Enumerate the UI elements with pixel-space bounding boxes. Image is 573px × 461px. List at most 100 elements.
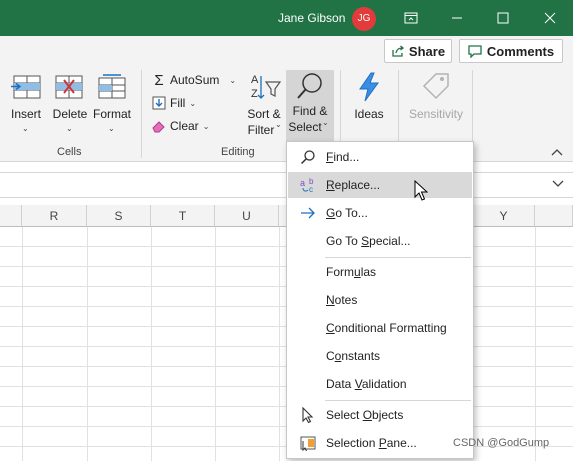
svg-text:A: A	[251, 74, 259, 86]
watermark-text: CSDN @GodGump	[453, 437, 550, 449]
sigma-icon: Σ	[154, 71, 164, 89]
delete-button[interactable]: Delete ⌄	[50, 72, 90, 146]
menu-item-formulas[interactable]: Formulas	[288, 259, 472, 285]
chevron-down-icon: ⌄	[322, 118, 329, 127]
menu-item-label: Replace...	[326, 178, 381, 192]
ribbon-display-icon	[404, 12, 418, 24]
sort-filter-label-2: Filter	[247, 123, 275, 137]
search-icon	[300, 149, 316, 165]
maximize-icon	[497, 12, 509, 24]
sensitivity-button: Sensitivity	[404, 72, 468, 146]
column-header-r[interactable]: R	[22, 205, 87, 227]
chevron-down-icon: ⌄	[22, 124, 29, 133]
mouse-cursor-icon	[414, 180, 428, 201]
menu-item-label: Notes	[326, 293, 358, 307]
svg-text:Z: Z	[251, 88, 258, 100]
fill-button[interactable]: Fill ⌄	[152, 93, 196, 113]
column-header-t[interactable]: T	[151, 205, 215, 227]
insert-label: Insert	[10, 107, 41, 121]
replace-icon: abc	[300, 177, 316, 193]
chevron-down-icon: ⌄	[202, 121, 210, 131]
sort-filter-icon: AZ	[251, 74, 281, 100]
chevron-down-icon: ⌄	[189, 98, 197, 108]
menu-item-go-to-special[interactable]: Go To Special...	[288, 228, 472, 254]
menu-item-conditional-formatting[interactable]: Conditional Formatting	[288, 315, 472, 341]
menu-item-label: Formulas	[326, 265, 377, 279]
column-header-partial[interactable]	[0, 205, 22, 227]
menu-item-constants[interactable]: Constants	[288, 343, 472, 369]
svg-text:c: c	[309, 185, 313, 193]
sort-filter-button[interactable]: AZ Sort & Filter ⌄	[243, 72, 285, 146]
collapse-ribbon-icon[interactable]	[551, 148, 563, 156]
sensitivity-label: Sensitivity	[408, 107, 464, 121]
minimize-button[interactable]	[434, 0, 480, 36]
share-button[interactable]: Share	[384, 39, 452, 63]
share-label: Share	[408, 43, 446, 59]
menu-item-label: Find...	[326, 150, 360, 164]
title-bar: Jane Gibson JG	[0, 0, 573, 36]
svg-text:a: a	[300, 178, 305, 188]
menu-item-find[interactable]: Find...	[288, 144, 472, 170]
delete-label: Delete	[52, 107, 88, 121]
menu-item-replace[interactable]: abc Replace...	[288, 172, 472, 198]
ideas-button[interactable]: Ideas	[348, 72, 390, 146]
fill-label: Fill	[170, 96, 186, 110]
chevron-down-icon: ⌄	[275, 120, 282, 129]
sensitivity-tag-icon	[422, 73, 449, 100]
clear-button[interactable]: Clear ⌄	[152, 116, 209, 136]
lightning-icon	[359, 72, 379, 102]
menu-item-go-to[interactable]: Go To...	[288, 200, 472, 226]
column-header-s[interactable]: S	[87, 205, 151, 227]
fill-down-icon	[152, 96, 166, 110]
minimize-icon	[452, 17, 462, 19]
find-select-menu: Find... abc Replace... Go To... Go To Sp…	[286, 141, 474, 459]
chevron-down-icon: ⌄	[66, 124, 73, 133]
menu-separator	[325, 400, 471, 401]
ideas-label: Ideas	[354, 107, 384, 121]
maximize-button[interactable]	[480, 0, 526, 36]
excel-window: Jane Gibson JG Share Comments Insert ⌄ D…	[0, 0, 573, 461]
close-button[interactable]	[527, 0, 573, 36]
editing-group-label: Editing	[221, 146, 255, 158]
selection-pane-icon	[300, 435, 316, 451]
find-select-button[interactable]: Find & Select ⌄	[286, 70, 334, 142]
menu-item-label: Go To Special...	[326, 234, 411, 248]
menu-item-select-objects[interactable]: Select Objects	[288, 402, 472, 428]
format-label: Format	[92, 107, 131, 121]
column-header-partial[interactable]	[535, 205, 573, 227]
format-cells-icon	[98, 74, 126, 99]
chevron-down-icon: ⌄	[229, 75, 237, 85]
menu-item-label: Constants	[326, 349, 381, 363]
format-button[interactable]: Format ⌄	[91, 72, 133, 146]
expand-formula-bar-icon[interactable]	[552, 179, 564, 189]
column-header-y[interactable]: Y	[473, 205, 535, 227]
chevron-down-icon: ⌄	[108, 124, 115, 133]
comment-icon	[468, 44, 482, 58]
share-icon	[392, 45, 404, 57]
avatar[interactable]: JG	[352, 7, 376, 31]
comments-button[interactable]: Comments	[459, 39, 563, 63]
close-icon	[544, 12, 556, 24]
menu-item-notes[interactable]: Notes	[288, 287, 472, 313]
eraser-icon	[152, 121, 165, 133]
menu-item-data-validation[interactable]: Data Validation	[288, 371, 472, 397]
find-select-label-1: Find &	[292, 104, 328, 118]
menu-item-label: Go To...	[326, 206, 368, 220]
arrow-right-icon	[300, 205, 316, 221]
column-header-u[interactable]: U	[215, 205, 279, 227]
autosum-button[interactable]: Σ AutoSum ⌄	[152, 70, 236, 90]
menu-item-label: Data Validation	[326, 377, 407, 391]
ribbon-display-options-button[interactable]	[388, 0, 434, 36]
menu-item-selection-pane[interactable]: Selection Pane...	[288, 430, 472, 456]
search-icon	[297, 73, 322, 99]
insert-button[interactable]: Insert ⌄	[6, 72, 46, 146]
autosum-label: AutoSum	[170, 73, 220, 87]
cells-group-label: Cells	[57, 146, 82, 158]
menu-separator	[325, 257, 471, 258]
menu-item-label: Selection Pane...	[326, 436, 417, 450]
insert-cells-icon	[11, 75, 41, 99]
clear-label: Clear	[170, 119, 199, 133]
find-select-label-2: Select	[288, 120, 322, 134]
delete-cells-icon	[55, 75, 83, 99]
comments-label: Comments	[486, 43, 555, 59]
